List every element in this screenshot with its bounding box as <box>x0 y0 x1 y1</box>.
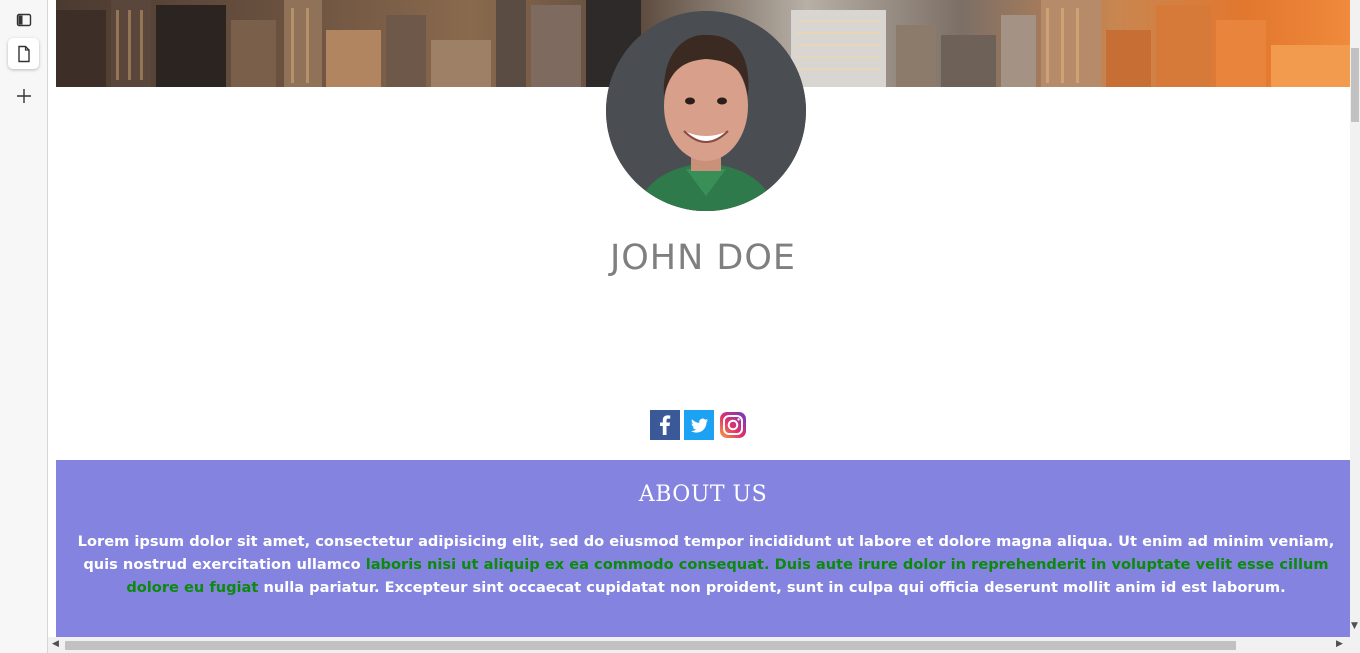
page-viewport: JOHN DOE ABOUT US Lorem ipsum dolor sit … <box>56 0 1350 637</box>
about-text-part: nulla pariatur. Excepteur sint occaecat … <box>258 579 1286 596</box>
instagram-icon[interactable] <box>718 410 748 440</box>
about-text: Lorem ipsum dolor sit amet, consectetur … <box>64 530 1348 599</box>
plus-icon[interactable] <box>8 80 39 111</box>
about-section: ABOUT US Lorem ipsum dolor sit amet, con… <box>56 460 1350 637</box>
scroll-down-arrow-icon[interactable]: ▼ <box>1351 621 1358 631</box>
twitter-icon[interactable] <box>684 410 714 440</box>
scroll-left-arrow-icon[interactable]: ◀ <box>52 639 59 649</box>
profile-name: JOHN DOE <box>609 238 797 278</box>
about-heading: ABOUT US <box>638 482 768 507</box>
horizontal-scrollbar[interactable]: ◀ ▶ <box>48 637 1360 653</box>
browser-sidebar <box>0 0 48 653</box>
page-icon[interactable] <box>8 38 39 69</box>
facebook-icon[interactable] <box>650 410 680 440</box>
sidebar-panel-icon[interactable] <box>8 4 39 35</box>
vertical-scroll-thumb[interactable] <box>1351 48 1359 122</box>
profile-avatar <box>606 11 806 211</box>
horizontal-scroll-thumb[interactable] <box>65 641 1236 650</box>
vertical-scrollbar[interactable]: ▼ <box>1350 0 1360 637</box>
scroll-right-arrow-icon[interactable]: ▶ <box>1336 639 1343 649</box>
